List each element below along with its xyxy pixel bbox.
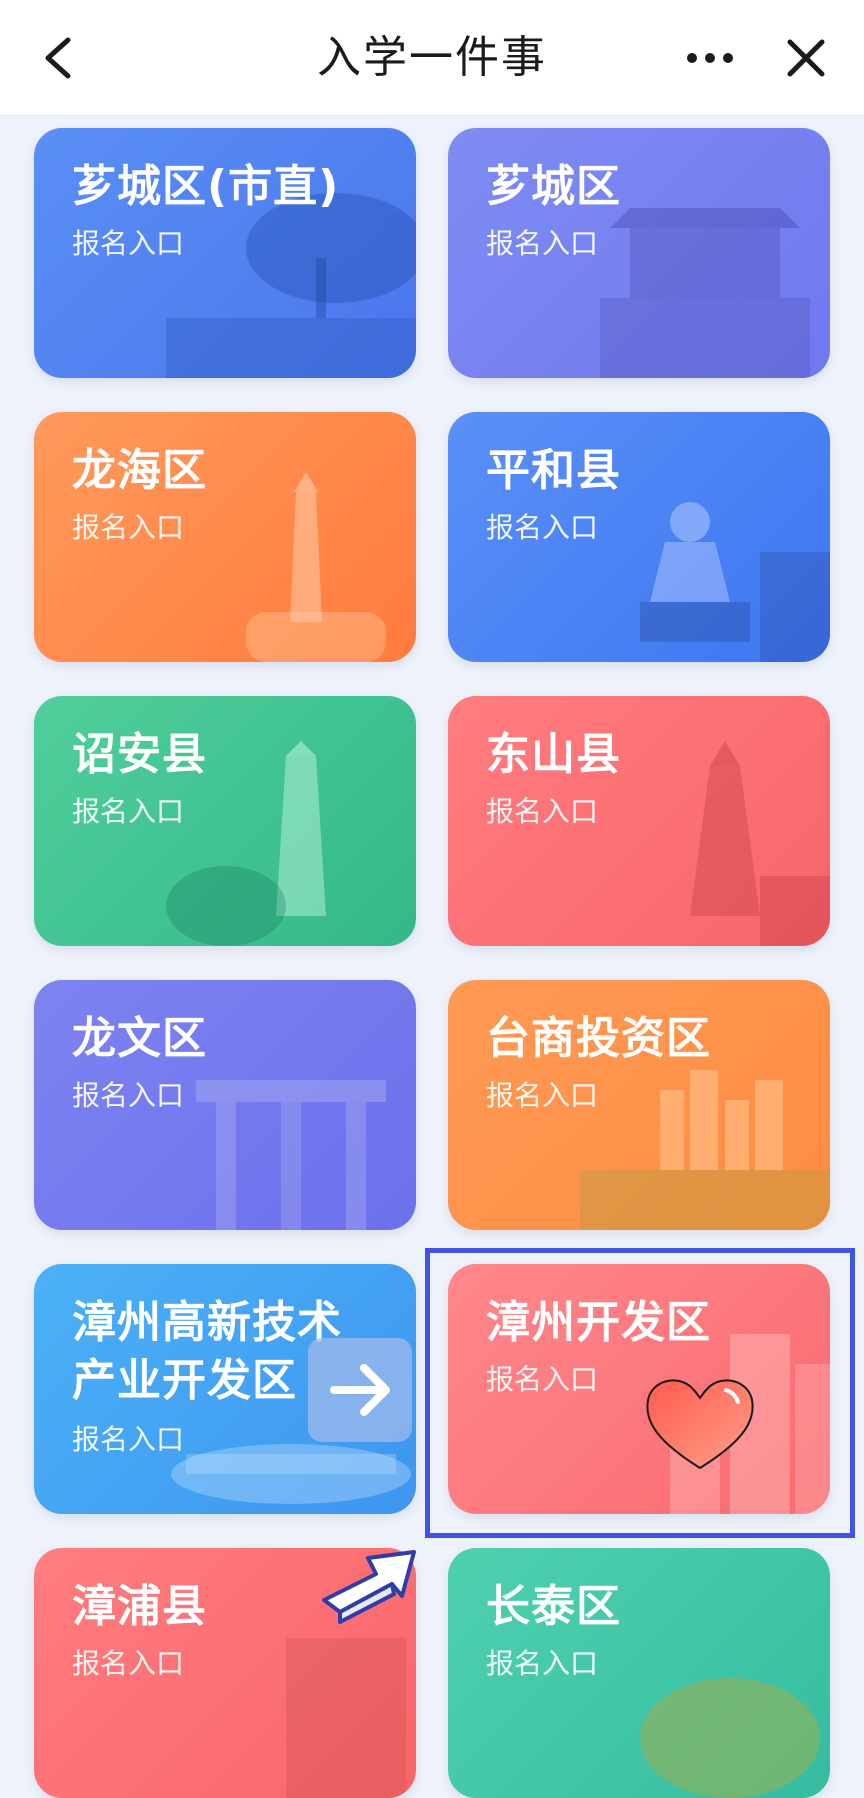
card-title: 芗城区 [486,161,621,212]
card-xiangcheng[interactable]: 芗城区 报名入口 [448,128,830,378]
card-title: 龙文区 [72,1013,207,1064]
card-title: 东山县 [486,729,621,780]
card-dongshan[interactable]: 东山县 报名入口 [448,696,830,946]
card-subtitle: 报名入口 [72,511,185,544]
card-subtitle: 报名入口 [486,1079,599,1112]
card-longwen[interactable]: 龙文区 报名入口 [34,980,416,1230]
card-subtitle: 报名入口 [72,795,185,828]
card-title: 龙海区 [72,445,207,496]
card-title: 台商投资区 [486,1013,711,1064]
arrow-right-icon [330,1364,390,1416]
card-title-line-1: 漳州高新技术 [72,1297,342,1348]
heart-icon [646,1379,754,1470]
outline-arrow-icon [322,1550,416,1624]
card-title: 漳浦县 [72,1581,207,1632]
arrow-button[interactable] [308,1338,412,1442]
card-changtai[interactable]: 长泰区 报名入口 [448,1548,830,1798]
card-zhaoan[interactable]: 诏安县 报名入口 [34,696,416,946]
card-subtitle: 报名入口 [72,1423,185,1456]
card-longhai[interactable]: 龙海区 报名入口 [34,412,416,662]
card-pinghe[interactable]: 平和县 报名入口 [448,412,830,662]
card-subtitle: 报名入口 [72,1647,185,1680]
card-title: 长泰区 [486,1581,621,1632]
card-taishang[interactable]: 台商投资区 报名入口 [448,980,830,1230]
card-title: 诏安县 [72,729,207,780]
card-subtitle: 报名入口 [486,795,599,828]
card-subtitle: 报名入口 [72,227,185,260]
card-xiangcheng-city[interactable]: 芗城区(市直) 报名入口 [34,128,416,378]
card-subtitle: 报名入口 [486,511,599,544]
card-subtitle: 报名入口 [486,227,599,260]
card-title: 芗城区(市直) [72,161,340,212]
card-subtitle: 报名入口 [486,1647,599,1680]
card-title-line-2: 产业开发区 [72,1355,297,1406]
card-title: 平和县 [486,445,621,496]
card-title: 漳州高新技术 产业开发区 [72,1294,342,1410]
card-subtitle: 报名入口 [72,1079,185,1112]
